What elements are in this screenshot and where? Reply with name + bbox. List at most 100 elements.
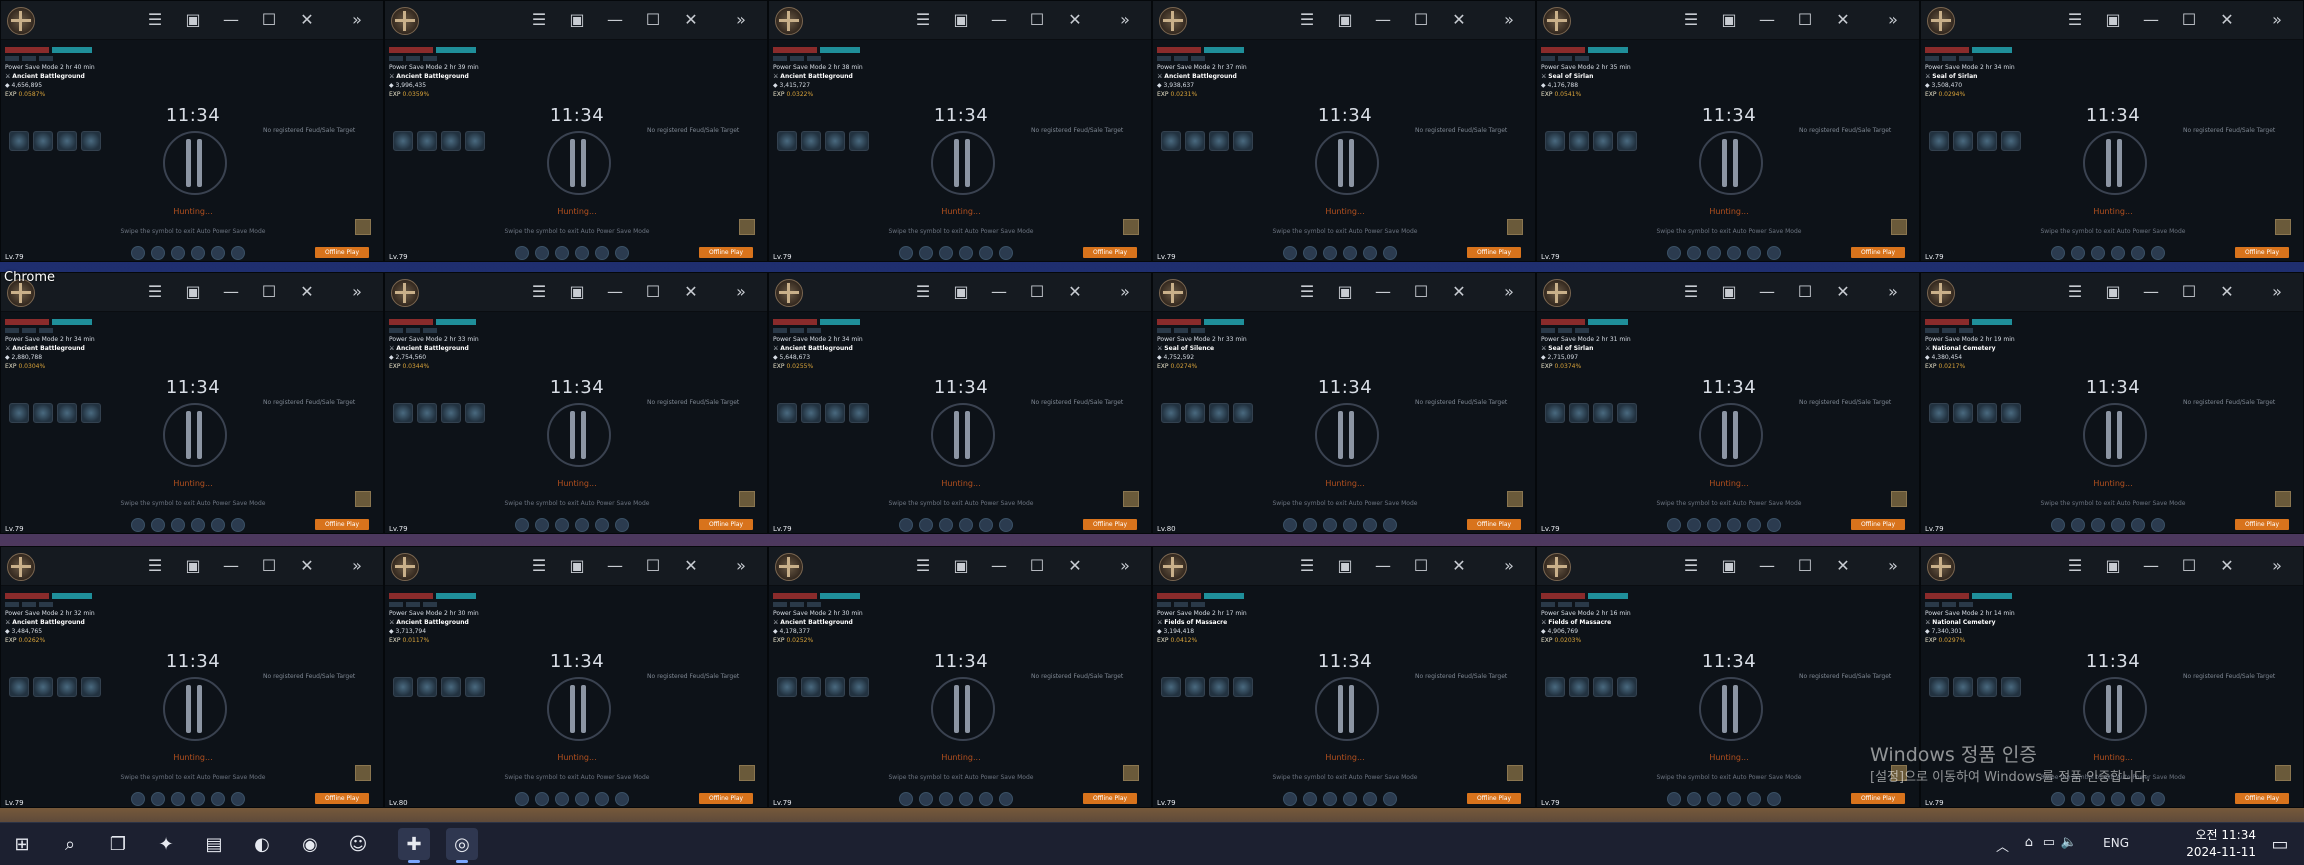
- power-save-emblem-icon[interactable]: [1699, 677, 1763, 741]
- skill-icon[interactable]: [2131, 792, 2145, 806]
- bag-icon[interactable]: [355, 491, 371, 507]
- close-button[interactable]: ✕: [1829, 553, 1857, 579]
- power-save-emblem-icon[interactable]: [1315, 677, 1379, 741]
- more-button[interactable]: »: [343, 7, 371, 33]
- skill-icon[interactable]: [959, 792, 973, 806]
- offline-play-button[interactable]: Offline Play: [1083, 247, 1137, 258]
- skill-icon[interactable]: [2071, 518, 2085, 532]
- minimize-button[interactable]: —: [1369, 279, 1397, 305]
- skill-icon[interactable]: [1283, 792, 1297, 806]
- power-save-emblem-icon[interactable]: [931, 403, 995, 467]
- menu-button[interactable]: ☰: [525, 279, 553, 305]
- skill-icon[interactable]: [999, 246, 1013, 260]
- window-titlebar[interactable]: ☰ ▣ — ☐ ✕ »: [769, 273, 1151, 312]
- menu-button[interactable]: ☰: [909, 279, 937, 305]
- skill-icon[interactable]: [535, 246, 549, 260]
- minimize-button[interactable]: —: [601, 553, 629, 579]
- skill-icon[interactable]: [1707, 792, 1721, 806]
- menu-button[interactable]: ☰: [1293, 553, 1321, 579]
- close-button[interactable]: ✕: [1445, 7, 1473, 33]
- close-button[interactable]: ✕: [677, 279, 705, 305]
- skill-icon[interactable]: [919, 792, 933, 806]
- layout-button[interactable]: ▣: [563, 279, 591, 305]
- window-titlebar[interactable]: ☰ ▣ — ☐ ✕ »: [1, 547, 383, 586]
- skill-icon[interactable]: [171, 246, 185, 260]
- offline-play-button[interactable]: Offline Play: [2235, 793, 2289, 804]
- game-window[interactable]: ☰ ▣ — ☐ ✕ » Power Save Mode 2 hr 34 min …: [768, 272, 1152, 534]
- game-window[interactable]: ☰ ▣ — ☐ ✕ » Power Save Mode 2 hr 33 min …: [1152, 272, 1536, 534]
- skill-icon[interactable]: [1323, 792, 1337, 806]
- skill-icon[interactable]: [1383, 518, 1397, 532]
- skill-icon[interactable]: [515, 518, 529, 532]
- maximize-button[interactable]: ☐: [1023, 279, 1051, 305]
- skill-icon[interactable]: [959, 518, 973, 532]
- skill-icon[interactable]: [2071, 792, 2085, 806]
- close-button[interactable]: ✕: [293, 7, 321, 33]
- menu-button[interactable]: ☰: [1293, 279, 1321, 305]
- minimize-button[interactable]: —: [2137, 553, 2165, 579]
- skill-icon[interactable]: [191, 792, 205, 806]
- skill-icon[interactable]: [1707, 518, 1721, 532]
- minimize-button[interactable]: —: [2137, 7, 2165, 33]
- bag-icon[interactable]: [355, 765, 371, 781]
- skill-icon[interactable]: [615, 518, 629, 532]
- bag-icon[interactable]: [1891, 491, 1907, 507]
- offline-play-button[interactable]: Offline Play: [2235, 247, 2289, 258]
- minimize-button[interactable]: —: [1369, 7, 1397, 33]
- close-button[interactable]: ✕: [1061, 7, 1089, 33]
- menu-button[interactable]: ☰: [1677, 279, 1705, 305]
- game-window[interactable]: ☰ ▣ — ☐ ✕ » Power Save Mode 2 hr 39 min …: [384, 0, 768, 262]
- skill-icon[interactable]: [2111, 246, 2125, 260]
- purple-app-icon[interactable]: ◎: [446, 828, 478, 863]
- skill-icon[interactable]: [1767, 518, 1781, 532]
- more-button[interactable]: »: [1495, 553, 1523, 579]
- power-save-emblem-icon[interactable]: [163, 131, 227, 195]
- skill-icon[interactable]: [919, 246, 933, 260]
- window-titlebar[interactable]: ☰ ▣ — ☐ ✕ »: [1153, 1, 1535, 40]
- offline-play-button[interactable]: Offline Play: [315, 793, 369, 804]
- window-titlebar[interactable]: ☰ ▣ — ☐ ✕ »: [1, 1, 383, 40]
- skill-icon[interactable]: [2051, 518, 2065, 532]
- skill-icon[interactable]: [151, 792, 165, 806]
- skill-icon[interactable]: [1343, 246, 1357, 260]
- skill-icon[interactable]: [1283, 246, 1297, 260]
- skill-icon[interactable]: [2091, 792, 2105, 806]
- skill-icon[interactable]: [1667, 792, 1681, 806]
- power-save-emblem-icon[interactable]: [2083, 677, 2147, 741]
- more-button[interactable]: »: [1111, 553, 1139, 579]
- skill-icon[interactable]: [1727, 518, 1741, 532]
- power-save-emblem-icon[interactable]: [1315, 131, 1379, 195]
- offline-play-button[interactable]: Offline Play: [1467, 519, 1521, 530]
- bag-icon[interactable]: [2275, 219, 2291, 235]
- skill-icon[interactable]: [959, 246, 973, 260]
- layout-button[interactable]: ▣: [947, 553, 975, 579]
- skill-icon[interactable]: [191, 518, 205, 532]
- minimize-button[interactable]: —: [985, 553, 1013, 579]
- window-titlebar[interactable]: ☰ ▣ — ☐ ✕ »: [1537, 547, 1919, 586]
- bag-icon[interactable]: [2275, 765, 2291, 781]
- menu-button[interactable]: ☰: [1677, 553, 1705, 579]
- game-window[interactable]: ☰ ▣ — ☐ ✕ » Power Save Mode 2 hr 17 min …: [1152, 546, 1536, 808]
- skill-icon[interactable]: [2151, 246, 2165, 260]
- skill-icon[interactable]: [1667, 518, 1681, 532]
- skill-icon[interactable]: [1283, 518, 1297, 532]
- skill-icon[interactable]: [899, 792, 913, 806]
- skill-icon[interactable]: [231, 792, 245, 806]
- windows-start-icon[interactable]: ⊞: [6, 828, 38, 860]
- close-button[interactable]: ✕: [2213, 279, 2241, 305]
- bag-icon[interactable]: [355, 219, 371, 235]
- skill-icon[interactable]: [615, 246, 629, 260]
- offline-play-button[interactable]: Offline Play: [1467, 793, 1521, 804]
- offline-play-button[interactable]: Offline Play: [699, 793, 753, 804]
- maximize-button[interactable]: ☐: [1023, 7, 1051, 33]
- window-titlebar[interactable]: ☰ ▣ — ☐ ✕ »: [1921, 1, 2303, 40]
- skill-icon[interactable]: [899, 518, 913, 532]
- maximize-button[interactable]: ☐: [1407, 279, 1435, 305]
- more-button[interactable]: »: [1111, 7, 1139, 33]
- skill-icon[interactable]: [1687, 792, 1701, 806]
- layout-button[interactable]: ▣: [1331, 7, 1359, 33]
- layout-button[interactable]: ▣: [563, 553, 591, 579]
- skill-icon[interactable]: [1767, 246, 1781, 260]
- skill-icon[interactable]: [595, 518, 609, 532]
- skill-icon[interactable]: [919, 518, 933, 532]
